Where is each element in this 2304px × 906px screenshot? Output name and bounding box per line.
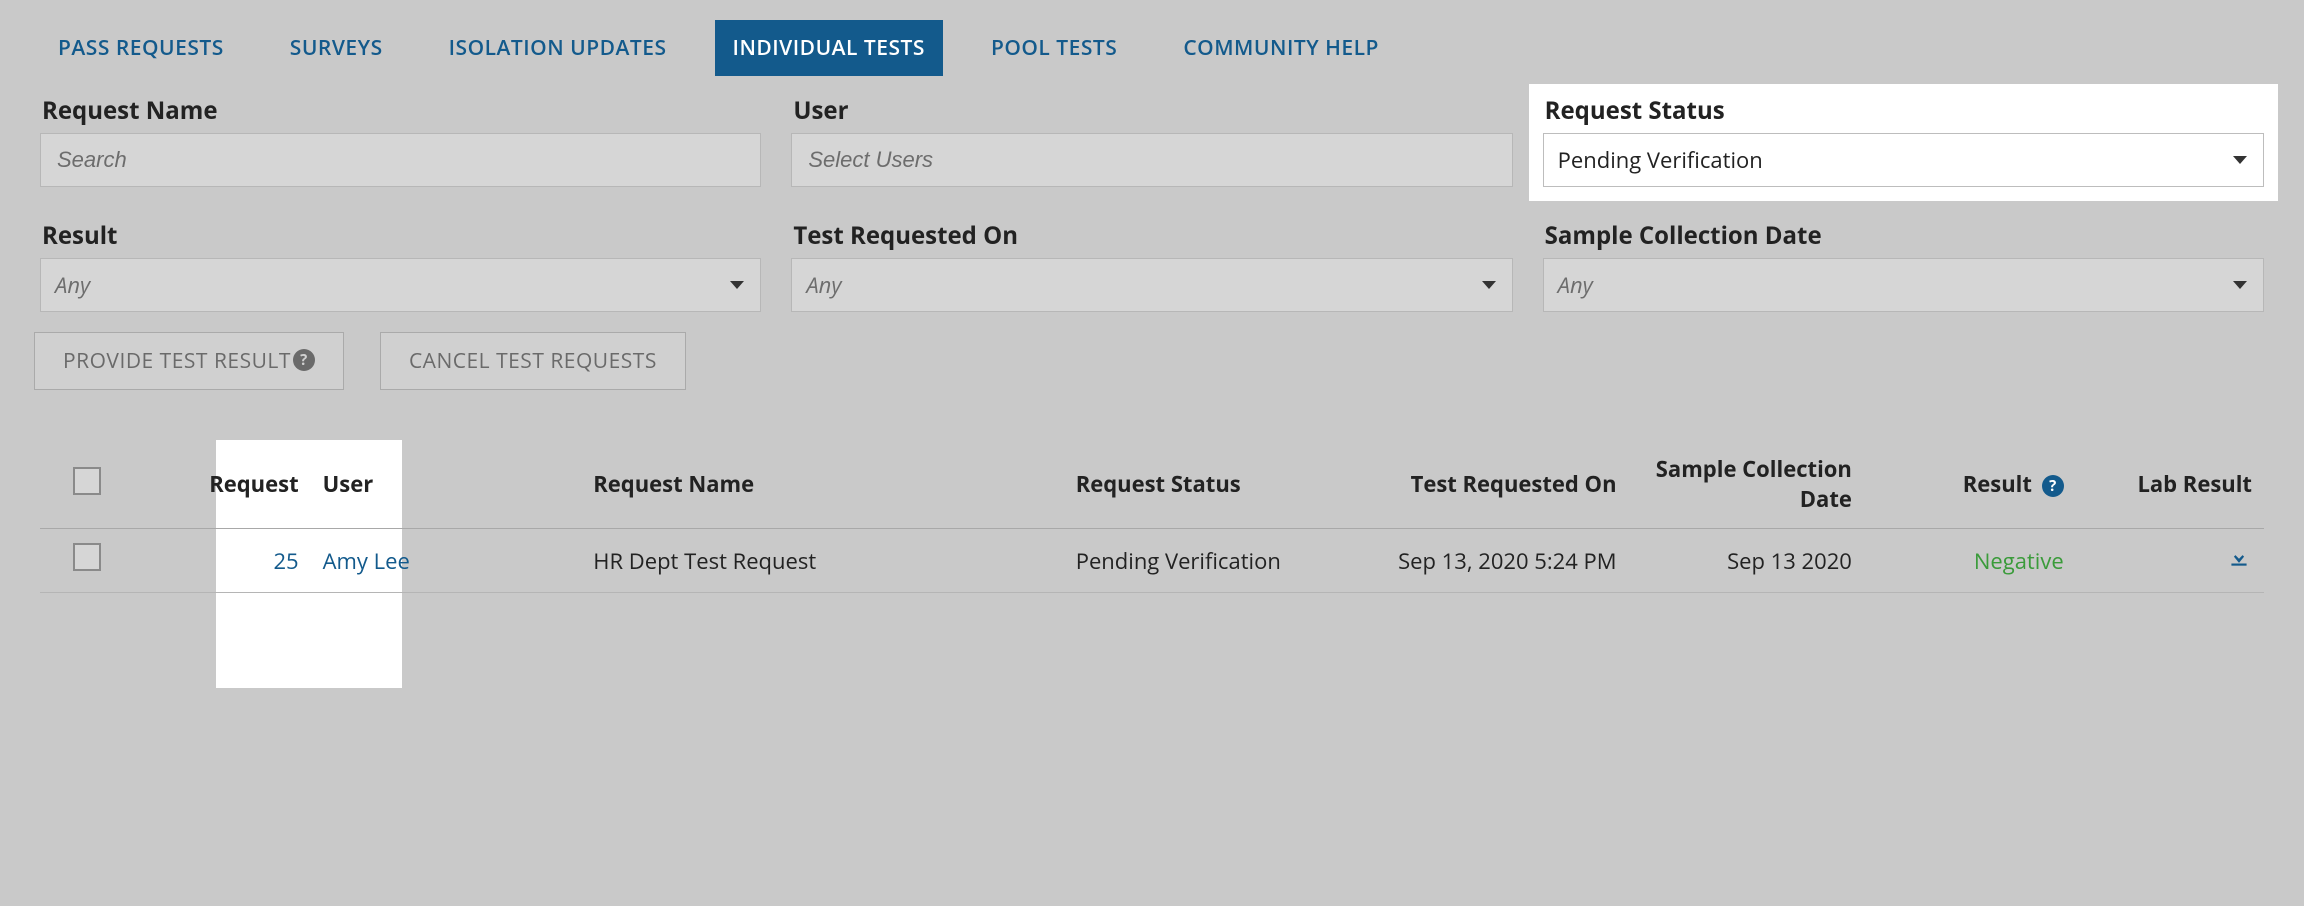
- row-checkbox[interactable]: [73, 543, 101, 571]
- col-header-result[interactable]: Result ?: [1864, 440, 2076, 529]
- cell-user: Amy Lee: [311, 529, 582, 593]
- col-header-request-name[interactable]: Request Name: [581, 440, 1063, 529]
- sample-collection-select[interactable]: Any: [1543, 258, 2264, 312]
- request-name-input[interactable]: [55, 146, 746, 174]
- request-name-field[interactable]: [40, 133, 761, 187]
- actions-row: PROVIDE TEST RESULT? CANCEL TEST REQUEST…: [34, 332, 2264, 390]
- col-header-checkbox: [40, 440, 134, 529]
- cell-result: Negative: [1864, 529, 2076, 593]
- table-header-row: Request User Request Name Request Status…: [40, 440, 2264, 529]
- help-icon: ?: [293, 349, 315, 371]
- scd-value: Any: [1558, 270, 1593, 300]
- col-header-request-status[interactable]: Request Status: [1064, 440, 1358, 529]
- provide-test-result-button[interactable]: PROVIDE TEST RESULT?: [34, 332, 344, 390]
- tab-surveys[interactable]: SURVEYS: [272, 20, 401, 76]
- col-header-request[interactable]: Request: [134, 440, 311, 529]
- results-table: Request User Request Name Request Status…: [40, 440, 2264, 593]
- cell-lab-result: [2076, 529, 2264, 593]
- cancel-test-requests-button[interactable]: CANCEL TEST REQUESTS: [380, 332, 686, 390]
- filter-label-tron: Test Requested On: [793, 219, 1512, 252]
- filter-label-request-name: Request Name: [42, 94, 761, 127]
- chevron-down-icon: [730, 281, 744, 289]
- filter-test-requested-on: Test Requested On Any: [791, 219, 1512, 312]
- tabs: PASS REQUESTS SURVEYS ISOLATION UPDATES …: [40, 20, 2264, 76]
- filter-label-scd: Sample Collection Date: [1545, 219, 2264, 252]
- filter-label-result: Result: [42, 219, 761, 252]
- request-link[interactable]: 25: [273, 546, 298, 576]
- test-requested-on-select[interactable]: Any: [791, 258, 1512, 312]
- col-header-test-requested-on[interactable]: Test Requested On: [1358, 440, 1629, 529]
- tab-community-help[interactable]: COMMUNITY HELP: [1165, 20, 1397, 76]
- col-header-user[interactable]: User: [311, 440, 582, 529]
- table-row: 25 Amy Lee HR Dept Test Request Pending …: [40, 529, 2264, 593]
- row-checkbox-cell: [40, 529, 134, 593]
- request-status-value: Pending Verification: [1558, 145, 1763, 175]
- cell-request-name: HR Dept Test Request: [581, 529, 1063, 593]
- filter-request-status: Request Status Pending Verification: [1529, 84, 2278, 201]
- user-input[interactable]: [806, 146, 1497, 174]
- chevron-down-icon: [2233, 156, 2247, 164]
- user-link[interactable]: Amy Lee: [323, 546, 410, 576]
- filter-user: User: [791, 94, 1512, 201]
- filter-sample-collection-date: Sample Collection Date Any: [1543, 219, 2264, 312]
- select-all-checkbox[interactable]: [73, 467, 101, 495]
- filters-row-1: Request Name User Request Status Pending…: [40, 94, 2264, 201]
- request-status-select[interactable]: Pending Verification: [1543, 133, 2264, 187]
- chevron-down-icon: [2233, 281, 2247, 289]
- chevron-down-icon: [1482, 281, 1496, 289]
- col-header-sample-collection-date[interactable]: Sample Collection Date: [1629, 440, 1864, 529]
- filter-request-name: Request Name: [40, 94, 761, 201]
- cell-test-requested-on: Sep 13, 2020 5:24 PM: [1358, 529, 1629, 593]
- cell-sample-collection-date: Sep 13 2020: [1629, 529, 1864, 593]
- col-header-lab-result[interactable]: Lab Result: [2076, 440, 2264, 529]
- result-select[interactable]: Any: [40, 258, 761, 312]
- tab-isolation-updates[interactable]: ISOLATION UPDATES: [431, 20, 685, 76]
- download-icon[interactable]: [2226, 544, 2252, 577]
- tab-individual-tests[interactable]: INDIVIDUAL TESTS: [715, 20, 943, 76]
- user-field[interactable]: [791, 133, 1512, 187]
- col-header-result-label: Result: [1963, 469, 2032, 499]
- tab-pool-tests[interactable]: POOL TESTS: [973, 20, 1135, 76]
- cell-request: 25: [134, 529, 311, 593]
- filter-label-status: Request Status: [1545, 94, 2264, 127]
- results-table-wrap: Request User Request Name Request Status…: [40, 440, 2264, 593]
- filter-label-user: User: [793, 94, 1512, 127]
- filters-row-2: Result Any Test Requested On Any Sample …: [40, 219, 2264, 312]
- filter-result: Result Any: [40, 219, 761, 312]
- tron-value: Any: [806, 270, 841, 300]
- cell-request-status: Pending Verification: [1064, 529, 1358, 593]
- cancel-test-requests-label: CANCEL TEST REQUESTS: [409, 347, 657, 375]
- result-value: Negative: [1974, 546, 2064, 576]
- help-icon[interactable]: ?: [2042, 475, 2064, 497]
- tab-pass-requests[interactable]: PASS REQUESTS: [40, 20, 242, 76]
- provide-test-result-label: PROVIDE TEST RESULT: [63, 347, 291, 375]
- result-value: Any: [55, 270, 90, 300]
